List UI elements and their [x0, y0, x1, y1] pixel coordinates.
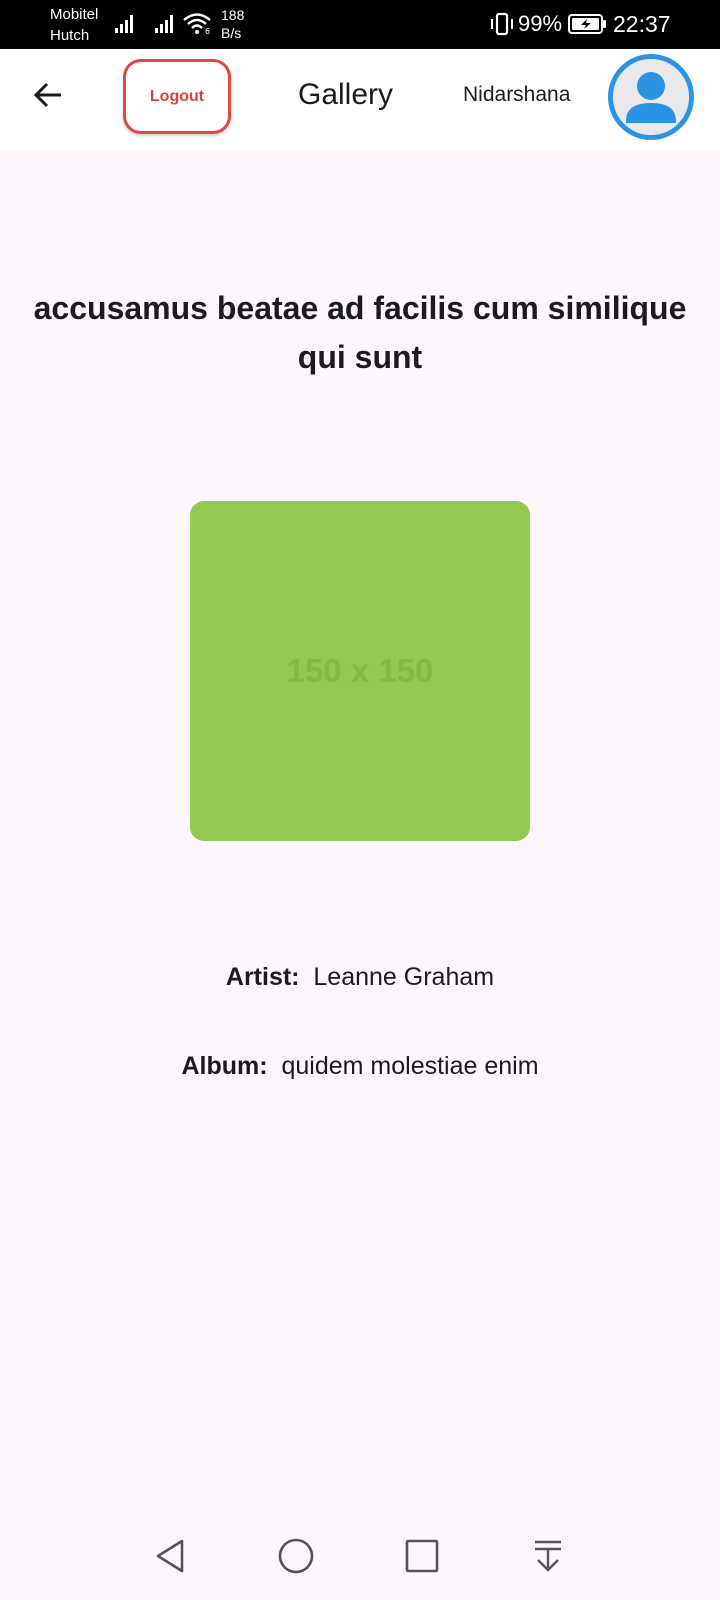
carrier-names: Mobitel Hutch — [50, 4, 98, 46]
album-label: Album: — [181, 1052, 268, 1080]
photo-placeholder-text: 150 x 150 — [286, 652, 434, 689]
carrier-1: Mobitel — [50, 6, 99, 23]
album-value: quidem molestiae enim — [281, 1052, 539, 1080]
arrow-left-icon — [32, 79, 64, 116]
nav-home-button[interactable] — [272, 1536, 320, 1580]
carrier-2: Hutch — [50, 27, 90, 44]
album-row: Album: quidem molestiae enim — [0, 1050, 720, 1082]
nav-notification-button[interactable] — [524, 1536, 572, 1580]
back-button[interactable] — [26, 75, 70, 119]
system-navigation-bar — [0, 1518, 720, 1600]
notification-pull-icon — [531, 1538, 565, 1579]
battery-percent: 99% — [518, 11, 563, 36]
artist-value: Leanne Graham — [313, 963, 495, 991]
page-title: Gallery — [298, 78, 394, 111]
username-label: Nidarshana — [463, 83, 571, 106]
vibrate-icon — [489, 12, 515, 41]
artist-label: Artist: — [225, 963, 300, 991]
app-bar: Logout Gallery Nidarshana — [0, 49, 720, 151]
wifi-icon: 6 — [182, 11, 214, 40]
network-speed: 188 B/s — [221, 6, 244, 42]
network-speed-value: 188 — [221, 7, 245, 23]
photo-title: accusamus beatae ad facilis cum similiqu… — [33, 290, 687, 375]
network-speed-unit: B/s — [221, 25, 242, 41]
logout-button[interactable]: Logout — [123, 59, 231, 134]
signal-icon — [155, 12, 177, 39]
avatar[interactable] — [608, 54, 694, 140]
signal-icon — [115, 12, 137, 39]
nav-back-button[interactable] — [146, 1536, 194, 1580]
recents-square-icon — [404, 1538, 440, 1579]
back-triangle-icon — [152, 1537, 188, 1580]
status-bar: Mobitel Hutch 6 188 B/s 99% 22:37 — [0, 0, 720, 49]
photo-thumbnail: 150 x 150 — [190, 501, 530, 841]
nav-recents-button[interactable] — [398, 1536, 446, 1580]
artist-row: Artist: Leanne Graham — [0, 961, 720, 993]
home-circle-icon — [277, 1537, 315, 1580]
clock: 22:37 — [613, 11, 671, 37]
battery-charging-icon — [568, 14, 608, 39]
person-icon — [613, 59, 689, 135]
svg-text:6: 6 — [205, 27, 210, 35]
